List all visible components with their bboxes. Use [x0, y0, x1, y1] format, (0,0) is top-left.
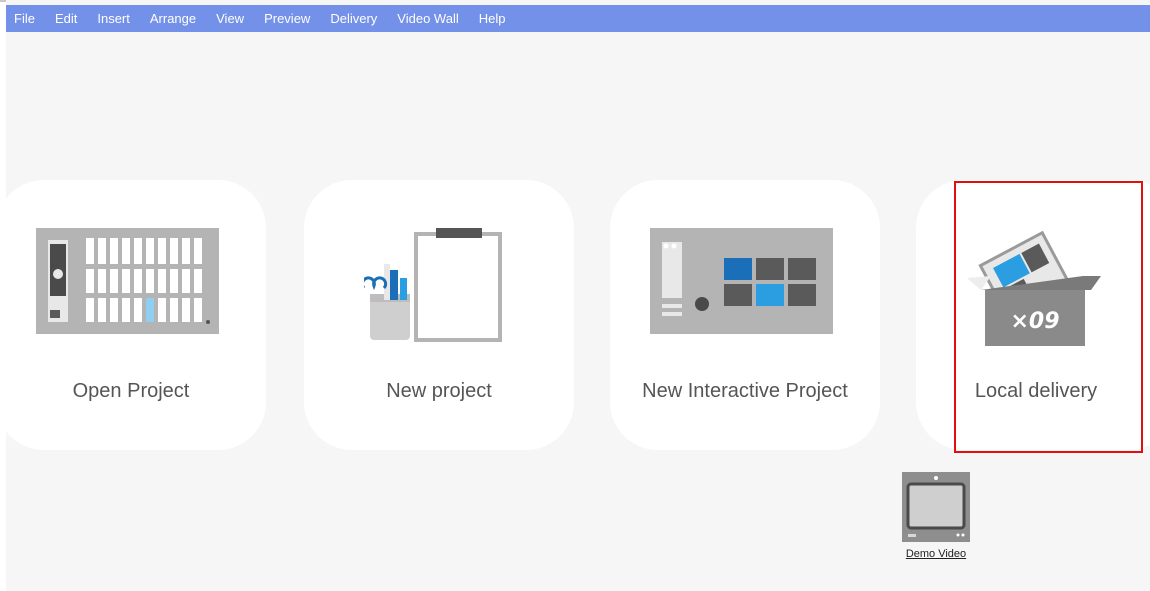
menu-file[interactable]: File	[6, 5, 45, 32]
open-project-card[interactable]: Open Project	[6, 180, 266, 450]
new-project-card[interactable]: New project	[304, 180, 574, 450]
interactive-project-icon	[610, 228, 880, 348]
demo-video-icon	[902, 472, 970, 542]
menu-delivery[interactable]: Delivery	[320, 5, 387, 32]
menu-insert[interactable]: Insert	[87, 5, 140, 32]
demo-video-label[interactable]: Demo Video	[891, 548, 981, 560]
new-interactive-project-label: New Interactive Project	[642, 380, 848, 402]
open-project-label: Open Project	[72, 380, 190, 402]
new-interactive-project-card[interactable]: New Interactive Project	[610, 180, 880, 450]
new-project-icon	[304, 228, 574, 348]
menu-view[interactable]: View	[206, 5, 254, 32]
demo-video-link[interactable]: Demo Video	[891, 472, 981, 560]
menu-video-wall[interactable]: Video Wall	[387, 5, 468, 32]
local-delivery-label: Local delivery	[974, 380, 1098, 402]
menu-preview[interactable]: Preview	[254, 5, 320, 32]
local-delivery-icon: ×09	[916, 228, 1150, 348]
local-delivery-card[interactable]: ×09 Local delivery	[916, 180, 1150, 450]
open-project-icon	[6, 228, 266, 348]
menu-bar: File Edit Insert Arrange View Preview De…	[6, 5, 1150, 32]
menu-help[interactable]: Help	[469, 5, 516, 32]
box-label: ×09	[1010, 309, 1059, 334]
app-window: File Edit Insert Arrange View Preview De…	[6, 0, 1150, 591]
menu-arrange[interactable]: Arrange	[140, 5, 206, 32]
new-project-label: New project	[386, 380, 492, 402]
menu-edit[interactable]: Edit	[45, 5, 87, 32]
